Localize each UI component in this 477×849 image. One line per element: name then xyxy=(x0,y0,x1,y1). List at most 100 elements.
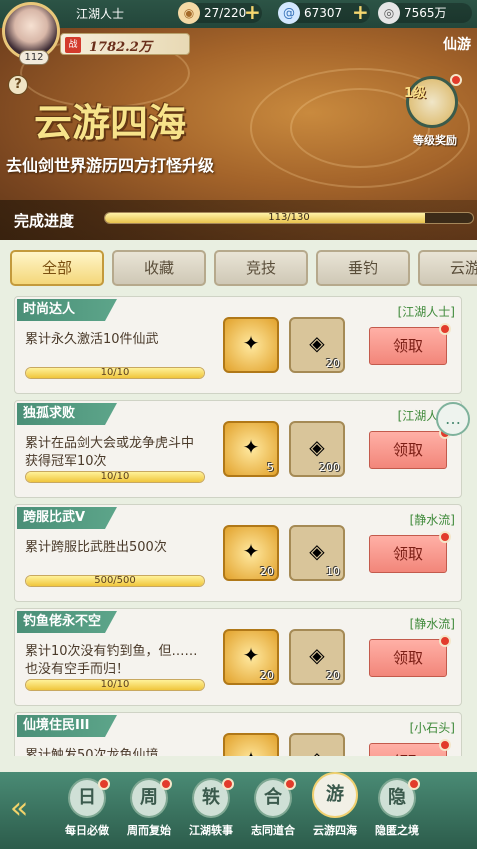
tab-arena[interactable]: 竞技 xyxy=(214,250,308,286)
item-count: 20 xyxy=(326,669,340,682)
add-currency-button[interactable]: + xyxy=(352,1,372,23)
nav-label: 志同道合 xyxy=(251,824,295,837)
task-giver: [江湖人士] xyxy=(397,305,455,319)
travel-icon: 游 xyxy=(312,772,358,818)
tab-travel[interactable]: 云游 xyxy=(418,250,477,286)
blue-orb-icon: ✦ xyxy=(233,741,269,756)
mode-label: 仙游 xyxy=(443,37,471,53)
reward-item[interactable]: ✦ 20 xyxy=(223,525,279,581)
task-title: 仙境住民III xyxy=(17,715,117,737)
top-bar: 江湖人士 ◉ 27/220 + @ 67307 + ◎ 7565万 xyxy=(0,0,477,28)
reward-item[interactable]: ◈ xyxy=(289,733,345,756)
claim-button[interactable]: 领取 xyxy=(369,743,447,756)
nav-label: 每日必做 xyxy=(65,824,109,837)
level-reward-button[interactable]: 1级 等级奖励 xyxy=(404,74,464,147)
nav-item[interactable]: 游云游四海 xyxy=(304,772,366,846)
notification-dot xyxy=(439,635,451,647)
item-count: 5 xyxy=(267,461,274,474)
claim-button[interactable]: 领取 xyxy=(369,431,447,469)
task-list[interactable]: 时尚达人 累计永久激活10件仙武 10/10 ✦ ◈ 20 [江湖人士] 领取 独孤求败 累计在品… xyxy=(14,296,462,756)
notification-dot xyxy=(284,778,296,790)
bun-icon: ◉ xyxy=(178,2,200,24)
power-value: 1782.2万 xyxy=(89,40,152,55)
reward-item[interactable]: ◈ 20 xyxy=(289,317,345,373)
item-count: 20 xyxy=(326,357,340,370)
jade-token-icon: ◈ xyxy=(309,435,325,459)
blue-orb-icon: ✦ xyxy=(242,643,260,667)
scroll-bundle-icon: ✦ xyxy=(242,435,260,459)
power-badge: 战 xyxy=(65,37,81,53)
nav-item[interactable]: 周周而复始 xyxy=(118,778,180,846)
task-progress-text: 500/500 xyxy=(94,575,136,586)
currency-resource: @ 67307 + xyxy=(278,1,372,24)
reward-label: 等级奖励 xyxy=(413,134,457,147)
tab-favorites[interactable]: 收藏 xyxy=(112,250,206,286)
task-progress-bar: 10/10 xyxy=(25,367,205,379)
silver-coin-icon: ◎ xyxy=(378,2,400,24)
stamina-value: 27/220 xyxy=(204,6,247,20)
completion-progress: 完成进度 113/130 xyxy=(0,200,477,240)
task-giver: [小石头] xyxy=(409,721,455,735)
back-arrow-icon[interactable]: « xyxy=(10,794,50,824)
task-description: 累计触发50次龙鱼仙境 xyxy=(25,748,159,756)
page-subtitle: 去仙剑世界游历四方打怪升级 xyxy=(6,156,215,175)
notification-dot xyxy=(450,74,462,86)
task-title: 时尚达人 xyxy=(17,299,117,321)
claim-button[interactable]: 领取 xyxy=(369,327,447,365)
nav-item[interactable]: 日每日必做 xyxy=(56,778,118,846)
reward-level: 1级 xyxy=(404,86,427,101)
task-progress-bar: 10/10 xyxy=(25,471,205,483)
player-nickname: 江湖人士 xyxy=(76,7,125,21)
stamina-resource: ◉ 27/220 + xyxy=(178,1,264,24)
page-title: 云游四海 xyxy=(34,100,187,145)
nav-item[interactable]: 合志同道合 xyxy=(242,778,304,846)
silver-value: 7565万 xyxy=(404,6,447,20)
task-description: 累计永久激活10件仙武 xyxy=(25,332,159,347)
reward-item[interactable]: ✦ 5 xyxy=(223,421,279,477)
notification-dot xyxy=(160,778,172,790)
add-stamina-button[interactable]: + xyxy=(244,1,264,23)
nav-item[interactable]: 轶江湖轶事 xyxy=(180,778,242,846)
bottom-nav: « 日每日必做周周而复始轶江湖轶事合志同道合游云游四海隐隐匿之境 xyxy=(0,772,477,849)
reward-item[interactable]: ✦ 20 xyxy=(223,629,279,685)
jade-token-icon: ◈ xyxy=(309,643,325,667)
reward-item[interactable]: ◈ 20 xyxy=(289,629,345,685)
item-count: 20 xyxy=(260,669,274,682)
nav-item[interactable]: 隐隐匿之境 xyxy=(366,778,428,846)
task-card: 仙境住民III 累计触发50次龙鱼仙境 ✦ ◈ [小石头] 领取 xyxy=(14,712,462,756)
task-card: 时尚达人累计永久激活10件仙武 10/10 ✦ ◈ 20 [江湖人士] 领取 xyxy=(14,296,462,394)
player-level: 112 xyxy=(19,50,49,65)
chat-bubble-icon[interactable]: … xyxy=(436,402,470,436)
item-count: 20 xyxy=(260,565,274,578)
task-title: 独孤求败 xyxy=(17,403,117,425)
tab-all[interactable]: 全部 xyxy=(10,250,104,286)
task-giver: [静水流] xyxy=(409,617,455,631)
nav-label: 周而复始 xyxy=(127,824,171,837)
reward-item[interactable]: ✦ xyxy=(223,317,279,373)
nav-label: 江湖轶事 xyxy=(189,824,233,837)
claim-button[interactable]: 领取 xyxy=(369,535,447,573)
progress-label: 完成进度 xyxy=(14,212,75,230)
notification-dot xyxy=(98,778,110,790)
reward-item[interactable]: ◈ 200 xyxy=(289,421,345,477)
task-progress-text: 10/10 xyxy=(100,679,130,690)
task-card: 跨服比武V 累计跨服比武胜出500次 500/500 ✦ 20 ◈ 10 [静水流] 领取 xyxy=(14,504,462,602)
nav-label: 云游四海 xyxy=(313,824,357,837)
scroll-card-icon: ✦ xyxy=(242,331,260,355)
notification-dot xyxy=(439,739,451,751)
notification-dot xyxy=(439,323,451,335)
task-progress-bar: 10/10 xyxy=(25,679,205,691)
task-card: 独孤求败 累计在品剑大会或龙争虎斗中获得冠军10次 10/10 ✦ 5 ◈ 200 [江湖人士… xyxy=(14,400,462,498)
spiral-coin-icon: @ xyxy=(278,2,300,24)
item-count: 200 xyxy=(319,461,340,474)
task-description: 累计10次没有钓到鱼，但……也没有空手而归！ xyxy=(25,644,198,677)
help-button[interactable]: ? xyxy=(8,75,28,95)
task-description: 累计跨服比武胜出500次 xyxy=(25,540,167,555)
jade-token-icon: ◈ xyxy=(309,539,325,563)
reward-item[interactable]: ◈ 10 xyxy=(289,525,345,581)
task-title: 跨服比武V xyxy=(17,507,117,529)
tab-fishing[interactable]: 垂钓 xyxy=(316,250,410,286)
reward-item[interactable]: ✦ xyxy=(223,733,279,756)
player-avatar[interactable]: 112 xyxy=(2,2,60,65)
claim-button[interactable]: 领取 xyxy=(369,639,447,677)
